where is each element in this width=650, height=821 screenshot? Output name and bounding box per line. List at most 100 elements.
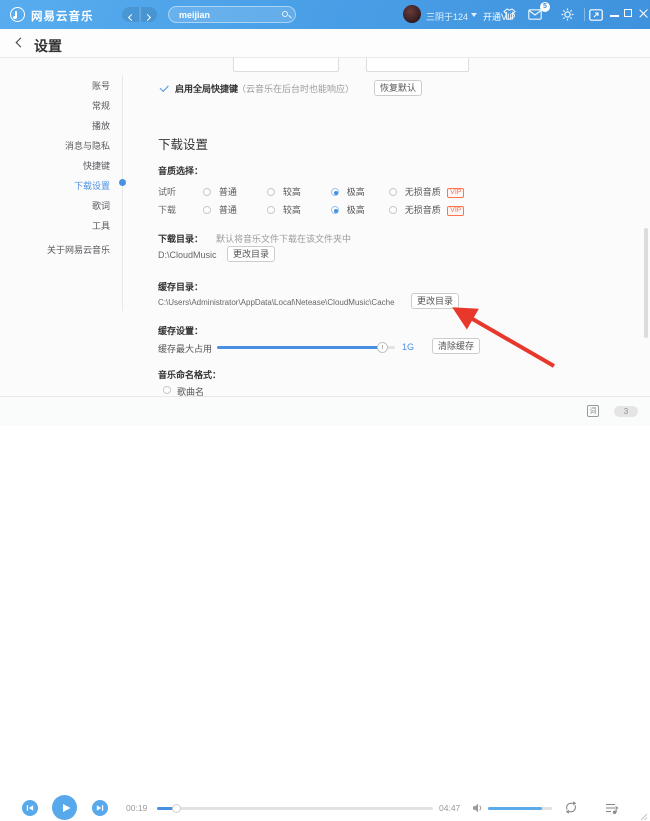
theme-skin-icon[interactable] [503,8,516,20]
playlist-icon[interactable] [605,802,619,815]
radio-label[interactable]: 极高 [347,187,365,197]
radio-label[interactable]: 较高 [283,205,301,215]
sidebar-item-privacy[interactable]: 消息与隐私 [0,136,110,156]
download-dir-hint: 默认将音乐文件下载在该文件夹中 [216,234,352,244]
vip-badge: VIP [447,188,465,198]
chevron-left-icon [127,13,136,22]
maximize-button[interactable] [624,9,632,17]
radio-standard[interactable] [203,188,212,196]
sidebar-item-account[interactable]: 账号 [0,76,110,96]
sidebar-item-playback[interactable]: 播放 [0,116,110,136]
total-time: 04:47 [439,803,461,813]
chevron-down-icon[interactable] [471,13,477,17]
next-icon [96,805,104,811]
cache-size-value: 1G [402,342,415,352]
message-badge: 5 [540,2,550,12]
settings-sidebar: 账号 常规 播放 消息与隐私 快捷键 下载设置 歌词 工具 关于网易云音乐 [0,76,110,260]
titlebar-divider [584,8,585,21]
next-track-button[interactable] [92,800,108,816]
scrollbar-thumb[interactable] [644,228,648,338]
minimize-button[interactable] [610,9,619,17]
radio-label[interactable]: 无损音质 [405,205,441,215]
close-button[interactable] [639,9,648,18]
download-dir-path: D:\CloudMusic [158,250,217,260]
search-icon[interactable] [282,10,288,17]
radio-extreme-selected[interactable] [331,188,340,196]
sidebar-item-lyrics[interactable]: 歌词 [0,196,110,216]
quality-label: 音质选择： [158,166,204,176]
naming-format-label: 音乐命名格式： [158,370,222,380]
row-name: 下载 [158,205,177,215]
quality-row-download: 下载 普通 较高 极高 无损音质 VIP [158,200,465,216]
chevron-right-icon [143,13,152,22]
playlist-count-badge: 3 [614,406,638,417]
shortcut-input-partial[interactable] [366,58,469,72]
page-title: 设置 [34,38,62,54]
active-item-dot [119,179,126,186]
nav-back-button[interactable] [122,7,139,22]
back-icon[interactable] [15,37,26,48]
slider-fill [217,346,383,349]
play-button[interactable] [52,795,77,820]
progress-handle[interactable] [172,803,181,813]
message-icon[interactable] [528,9,542,20]
avatar[interactable] [403,5,421,23]
app-logo-icon [10,7,25,22]
nav-forward-button[interactable] [140,7,157,22]
settings-main: 账号 常规 播放 消息与隐私 快捷键 下载设置 歌词 工具 关于网易云音乐 启用… [0,58,650,397]
radio-label[interactable]: 无损音质 [405,187,441,197]
settings-header: 设置 [0,29,650,58]
sidebar-item-shortcuts[interactable]: 快捷键 [0,156,110,176]
previous-icon [26,805,34,811]
global-hotkey-checkbox[interactable] [159,82,169,92]
search-box[interactable] [168,6,296,23]
progress-bar[interactable] [157,803,433,813]
lyrics-toggle-icon[interactable]: 词 [587,405,599,417]
radio-higher[interactable] [267,188,276,196]
download-dir-label: 下载目录： [158,234,204,244]
sidebar-item-tools[interactable]: 工具 [0,216,110,236]
change-cache-dir-button[interactable]: 更改目录 [411,293,460,309]
download-settings-title: 下载设置 [158,138,209,152]
vip-badge: VIP [447,206,465,216]
username[interactable]: 三阴于124 [426,10,468,23]
row-name: 试听 [158,187,177,197]
previous-track-button[interactable] [22,800,38,816]
radio-label[interactable]: 较高 [283,187,301,197]
radio-lossless[interactable] [389,188,398,196]
radio-standard[interactable] [203,206,212,214]
loop-mode-icon[interactable] [564,801,578,814]
gear-icon[interactable] [561,8,574,21]
global-hotkey-hint: （云音乐在后台时也能响应） [237,84,355,94]
restore-default-button[interactable]: 恢复默认 [374,80,423,96]
cache-slider-label: 缓存最大占用 [158,344,213,354]
cache-setting-label: 缓存设置： [158,326,204,336]
resize-grip[interactable] [638,811,648,821]
volume-fill [488,807,542,810]
radio-higher[interactable] [267,206,276,214]
sidebar-item-about[interactable]: 关于网易云音乐 [0,240,110,260]
radio-label[interactable]: 普通 [219,205,237,215]
radio-extreme-selected[interactable] [331,206,340,214]
mini-mode-icon[interactable] [589,9,603,21]
global-hotkey-label: 启用全局快捷键 [175,84,239,94]
cache-size-slider[interactable] [217,341,395,353]
player-bar: 00:19 04:47 词 3 [0,396,650,821]
play-icon [62,803,70,812]
radio-lossless[interactable] [389,206,398,214]
clear-cache-button[interactable]: 清除缓存 [432,338,481,354]
sidebar-item-general[interactable]: 常规 [0,96,110,116]
radio-label[interactable]: 普通 [219,187,237,197]
radio-song-name[interactable] [163,386,171,394]
current-time: 00:19 [126,803,148,813]
sidebar-item-download-settings[interactable]: 下载设置 [0,176,110,196]
shortcut-input-partial[interactable] [233,58,339,72]
volume-bar[interactable] [488,807,552,810]
titlebar: 网易云音乐 三阴于124 开通VIP 5 [0,0,650,29]
change-download-dir-button[interactable]: 更改目录 [227,246,276,262]
slider-handle[interactable] [377,341,388,353]
quality-row-listen: 试听 普通 较高 极高 无损音质 VIP [158,182,465,198]
search-input[interactable] [179,8,279,21]
radio-label[interactable]: 极高 [347,205,365,215]
volume-icon[interactable] [472,803,484,813]
